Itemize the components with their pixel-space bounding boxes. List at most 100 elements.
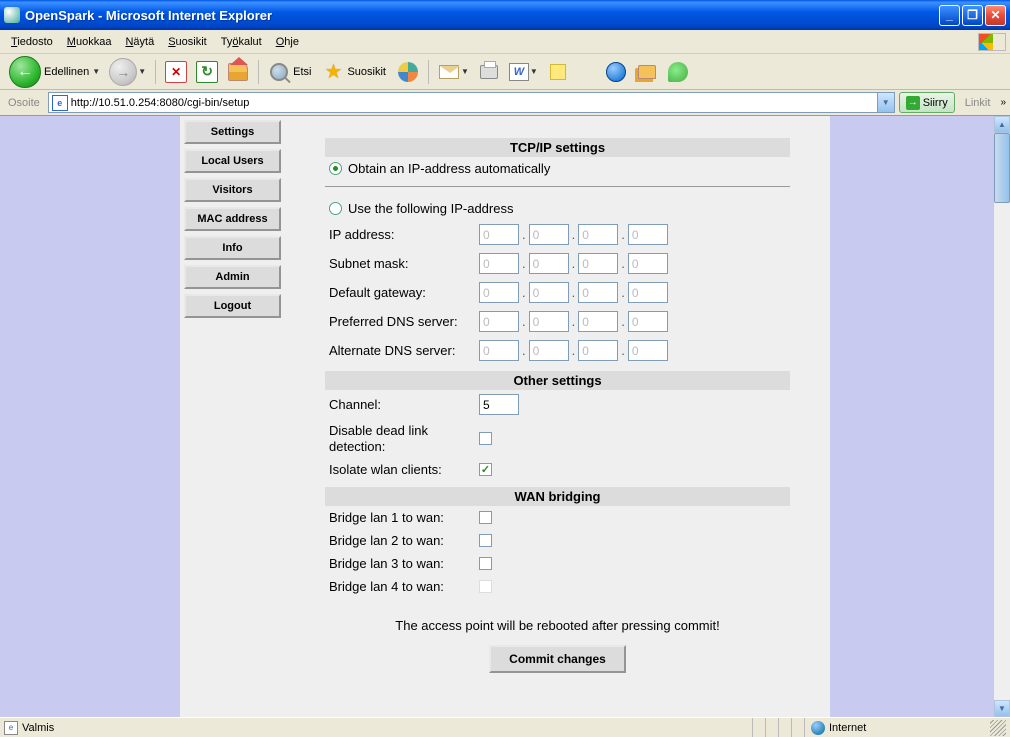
ip-octet-2[interactable] (529, 224, 569, 245)
note-icon (550, 64, 566, 80)
radio-manual-label: Use the following IP-address (348, 201, 513, 216)
maximize-button[interactable]: ❐ (962, 5, 983, 26)
messenger-icon (668, 62, 688, 82)
dns1-label: Preferred DNS server: (329, 314, 479, 329)
bridge2-checkbox[interactable] (479, 534, 492, 547)
menu-tiedosto[interactable]: Tiedosto (4, 33, 60, 51)
refresh-icon: ↻ (196, 61, 218, 83)
subnet-octet-1[interactable] (479, 253, 519, 274)
ip-octet-1[interactable] (479, 224, 519, 245)
sidebar-item-settings[interactable]: Settings (184, 120, 281, 144)
media-button[interactable] (394, 58, 422, 86)
scrollbar-vertical[interactable]: ▲ ▼ (993, 116, 1010, 717)
ip-octet-3[interactable] (578, 224, 618, 245)
menu-ohje[interactable]: Ohje (269, 33, 306, 51)
links-chevron-icon[interactable]: » (1000, 97, 1006, 108)
bridge3-checkbox[interactable] (479, 557, 492, 570)
address-label: Osoite (4, 97, 44, 109)
discuss-button[interactable] (544, 58, 572, 86)
related-button[interactable] (602, 58, 630, 86)
commit-button[interactable]: Commit changes (489, 645, 626, 673)
addressbar: Osoite e ▼ →Siirry Linkit » (0, 90, 1010, 116)
main-form: TCP/IP settings Obtain an IP-address aut… (285, 116, 830, 717)
go-button[interactable]: →Siirry (899, 92, 955, 113)
dns2-label: Alternate DNS server: (329, 343, 479, 358)
gateway-label: Default gateway: (329, 285, 479, 300)
subnet-octet-4[interactable] (628, 253, 668, 274)
app-icon (4, 7, 20, 23)
dns2-octet-3[interactable] (578, 340, 618, 361)
favorites-button[interactable]: ★Suosikit (319, 58, 391, 86)
bridge1-checkbox[interactable] (479, 511, 492, 524)
dns1-octet-3[interactable] (578, 311, 618, 332)
messenger-button[interactable] (664, 58, 692, 86)
ip-octet-4[interactable] (628, 224, 668, 245)
deadlink-checkbox[interactable] (479, 432, 492, 445)
dns1-octet-4[interactable] (628, 311, 668, 332)
scroll-thumb[interactable] (994, 133, 1010, 203)
isolate-checkbox[interactable]: ✓ (479, 463, 492, 476)
bridge4-checkbox[interactable] (479, 580, 492, 593)
dns2-octet-2[interactable] (529, 340, 569, 361)
page-content: Settings Local Users Visitors MAC addres… (180, 116, 830, 717)
address-input[interactable] (71, 97, 877, 109)
commit-note: The access point will be rebooted after … (335, 618, 780, 633)
search-button[interactable]: Etsi (265, 58, 316, 86)
sidebar-item-info[interactable]: Info (184, 236, 281, 260)
address-dropdown[interactable]: ▼ (877, 93, 894, 112)
gateway-octet-2[interactable] (529, 282, 569, 303)
bridge1-label: Bridge lan 1 to wan: (329, 510, 479, 525)
home-icon (228, 63, 248, 81)
globe-icon (606, 62, 626, 82)
edit-button[interactable]: W▼ (506, 58, 541, 86)
menu-muokkaa[interactable]: Muokkaa (60, 33, 119, 51)
close-button[interactable]: ✕ (985, 5, 1006, 26)
page-icon: e (52, 95, 68, 111)
toolbar: ←Edellinen▼ →▼ ✕ ↻ Etsi ★Suosikit ▼ W▼ (0, 54, 1010, 90)
status-page-icon: e (4, 721, 18, 735)
titlebar: OpenSpark - Microsoft Internet Explorer … (0, 0, 1010, 30)
home-button[interactable] (224, 58, 252, 86)
sidebar-item-mac-address[interactable]: MAC address (184, 207, 281, 231)
dns2-octet-1[interactable] (479, 340, 519, 361)
gateway-octet-3[interactable] (578, 282, 618, 303)
scroll-down-icon[interactable]: ▼ (994, 700, 1010, 717)
go-arrow-icon: → (906, 96, 920, 110)
back-button[interactable]: ←Edellinen▼ (6, 58, 103, 86)
menubar: Tiedosto Muokkaa Näytä Suosikit Työkalut… (0, 30, 1010, 54)
menu-nayta[interactable]: Näytä (118, 33, 161, 51)
address-input-wrap[interactable]: e ▼ (48, 92, 895, 113)
sidebar-item-logout[interactable]: Logout (184, 294, 281, 318)
sidebar: Settings Local Users Visitors MAC addres… (180, 116, 285, 717)
channel-input[interactable] (479, 394, 519, 415)
subnet-octet-2[interactable] (529, 253, 569, 274)
folders-button[interactable] (633, 58, 661, 86)
scroll-up-icon[interactable]: ▲ (994, 116, 1010, 133)
gateway-octet-4[interactable] (628, 282, 668, 303)
radio-auto[interactable] (329, 162, 342, 175)
stop-button[interactable]: ✕ (162, 58, 190, 86)
section-tcp-head: TCP/IP settings (325, 138, 790, 157)
links-label[interactable]: Linkit (959, 97, 997, 109)
subnet-octet-3[interactable] (578, 253, 618, 274)
refresh-button[interactable]: ↻ (193, 58, 221, 86)
dns2-octet-4[interactable] (628, 340, 668, 361)
print-button[interactable] (475, 58, 503, 86)
bridge4-label: Bridge lan 4 to wan: (329, 579, 479, 594)
radio-manual[interactable] (329, 202, 342, 215)
zone-globe-icon (811, 721, 825, 735)
dns1-octet-2[interactable] (529, 311, 569, 332)
sidebar-item-visitors[interactable]: Visitors (184, 178, 281, 202)
menu-suosikit[interactable]: Suosikit (161, 33, 214, 51)
sidebar-item-admin[interactable]: Admin (184, 265, 281, 289)
menu-tyokalut[interactable]: Työkalut (214, 33, 269, 51)
gateway-octet-1[interactable] (479, 282, 519, 303)
resize-grip-icon[interactable] (990, 720, 1006, 736)
forward-button[interactable]: →▼ (106, 58, 149, 86)
sidebar-item-local-users[interactable]: Local Users (184, 149, 281, 173)
minimize-button[interactable]: _ (939, 5, 960, 26)
mail-button[interactable]: ▼ (435, 58, 472, 86)
radio-manual-row[interactable]: Use the following IP-address (325, 197, 790, 220)
radio-auto-row[interactable]: Obtain an IP-address automatically (325, 157, 790, 180)
dns1-octet-1[interactable] (479, 311, 519, 332)
